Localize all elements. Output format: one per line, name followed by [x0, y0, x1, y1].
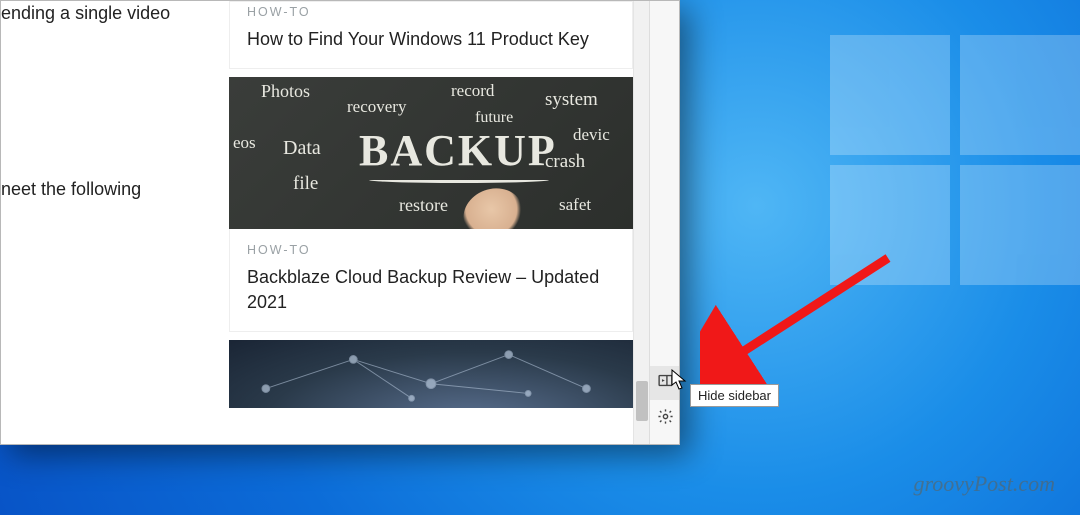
article-headline: How to Find Your Windows 11 Product Key	[247, 27, 615, 51]
vertical-scrollbar[interactable]	[633, 1, 649, 444]
edge-sidebar-panel	[649, 1, 679, 444]
related-articles-sidebar: HOW-TO How to Find Your Windows 11 Produ…	[229, 1, 633, 444]
desktop-wallpaper: ending a single video neet the following…	[0, 0, 1080, 515]
article-kicker: HOW-TO	[247, 5, 615, 19]
browser-window: ending a single video neet the following…	[0, 0, 680, 445]
watermark: groovyPost.com	[913, 471, 1055, 497]
article-thumbnail	[229, 340, 633, 408]
hide-sidebar-button[interactable]	[650, 366, 680, 400]
hide-sidebar-icon	[657, 372, 674, 394]
article-headline: Backblaze Cloud Backup Review – Updated …	[247, 265, 615, 314]
article-kicker: HOW-TO	[247, 243, 615, 257]
article-card[interactable]: Photos recovery record system future dev…	[229, 77, 633, 332]
gear-icon	[657, 408, 674, 430]
scrollbar-thumb[interactable]	[636, 381, 648, 421]
article-thumbnail: Photos recovery record system future dev…	[229, 77, 633, 229]
sidebar-settings-button[interactable]	[650, 402, 680, 436]
page-main-content: ending a single video neet the following	[1, 1, 229, 444]
body-text-fragment: neet the following	[1, 179, 141, 200]
article-card[interactable]: HOW-TO How to Find Your Windows 11 Produ…	[229, 1, 633, 69]
tooltip: Hide sidebar	[690, 384, 779, 407]
windows-logo	[830, 35, 1080, 295]
body-text-fragment: ending a single video	[1, 3, 170, 24]
article-card[interactable]	[229, 340, 633, 408]
